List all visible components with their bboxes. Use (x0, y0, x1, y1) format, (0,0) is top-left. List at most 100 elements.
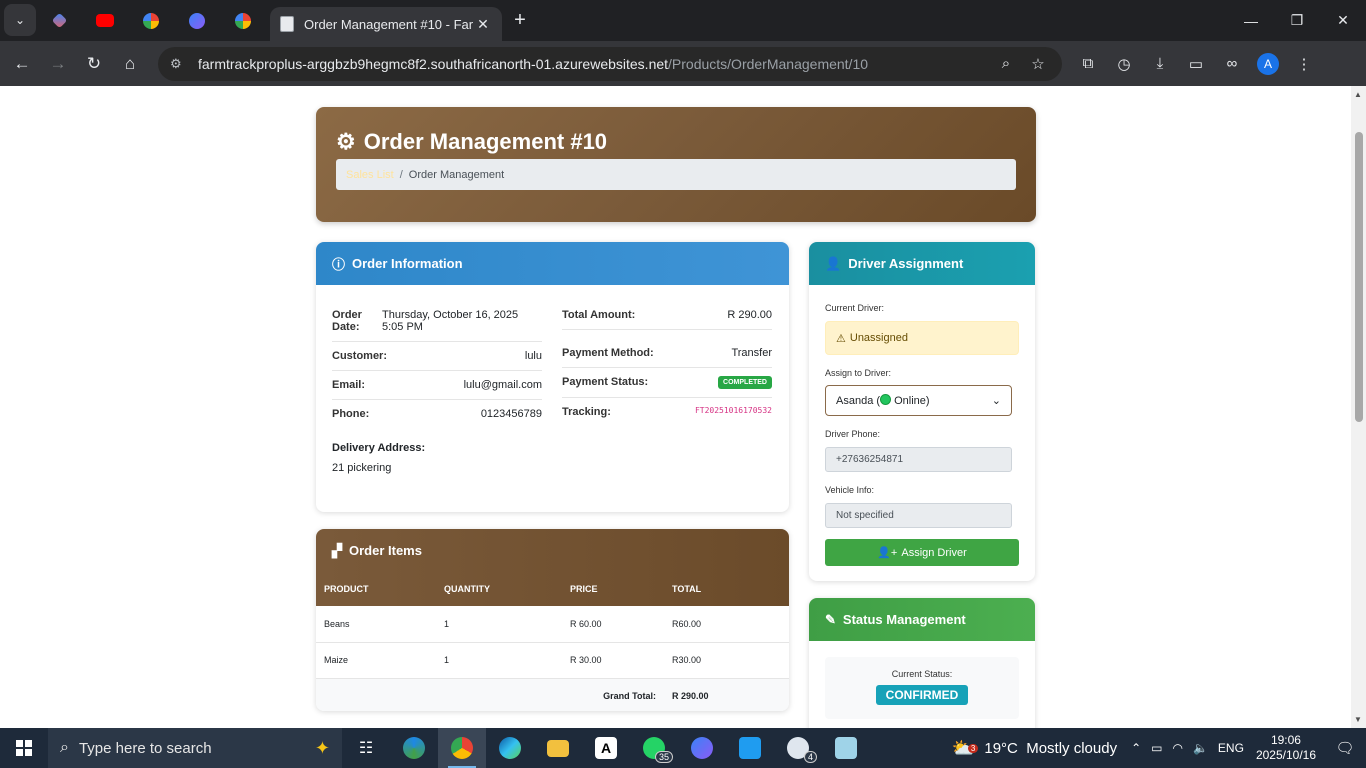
extensions-icon[interactable]: ⧉ (1070, 46, 1106, 82)
reading-mode-icon[interactable]: ▭ (1178, 46, 1214, 82)
payment-status-label: Payment Status: (562, 376, 649, 388)
minimize-icon[interactable]: — (1228, 0, 1274, 41)
back-icon[interactable]: ← (4, 46, 40, 82)
vehicle-info-field[interactable]: Not specified (825, 503, 1012, 528)
page-favicon-icon (280, 16, 294, 32)
task-view-button[interactable]: ☷ (342, 728, 390, 768)
table-row: Beans 1 R 60.00 R60.00 (316, 606, 789, 643)
driver-select-name: Asanda ( (836, 395, 881, 407)
active-tab-title: Order Management #10 - Farm (304, 16, 474, 32)
taskbar-file-explorer[interactable] (534, 728, 582, 768)
pinned-tab-youtube[interactable] (82, 0, 128, 41)
chevron-up-icon[interactable]: ⌃ (1131, 741, 1141, 755)
assign-driver-button-label: Assign Driver (901, 546, 967, 559)
close-window-icon[interactable]: ✕ (1320, 0, 1366, 41)
vscode-icon (739, 737, 761, 759)
assign-driver-button[interactable]: 👤+ Assign Driver (825, 539, 1019, 566)
chevron-down-icon: ⌄ (14, 13, 26, 27)
wifi-icon[interactable]: ◠ (1172, 741, 1182, 755)
share-link-icon[interactable]: ∞ (1214, 46, 1250, 82)
notepad-icon (835, 737, 857, 759)
copilot-icon (691, 737, 713, 759)
warning-icon: ⚠ (836, 332, 846, 345)
url-path: /Products/OrderManagement/10 (668, 55, 869, 72)
taskbar-copilot[interactable] (678, 728, 726, 768)
menu-kebab-icon[interactable]: ⋮ (1286, 46, 1322, 82)
grand-total-value: R 290.00 (664, 678, 789, 711)
driver-assignment-card: 👤 Driver Assignment Current Driver: ⚠ Un… (809, 242, 1035, 581)
tracking-code: FT20251016170532 (694, 406, 772, 415)
payment-status-badge: COMPLETED (718, 376, 772, 389)
gemini-icon (51, 12, 67, 29)
scroll-up-icon[interactable]: ▲ (1354, 90, 1362, 99)
delivery-address-value: 21 pickering (332, 462, 392, 474)
url-text[interactable]: farmtrackproplus-arggbzb9hegmc8f2.southa… (198, 56, 990, 72)
address-bar[interactable]: ⚙ farmtrackproplus-arggbzb9hegmc8f2.sout… (158, 46, 1062, 81)
active-tab[interactable]: Order Management #10 - Farm ✕ (270, 7, 502, 41)
windows-logo-icon (16, 740, 32, 756)
taskbar-edge[interactable] (486, 728, 534, 768)
taskbar-whatsapp[interactable]: 35 (630, 728, 678, 768)
profile-avatar[interactable]: A (1257, 52, 1279, 75)
forward-icon[interactable]: → (40, 46, 76, 82)
pinned-tab-google[interactable] (128, 0, 174, 41)
order-items-title: Order Items (349, 543, 422, 558)
page-scrollbar[interactable]: ▲ ▼ (1351, 86, 1366, 728)
bookmark-star-icon[interactable]: ☆ (1022, 55, 1054, 73)
email-value: lulu@gmail.com (463, 379, 542, 391)
browser-toolbar: ← → ↻ ⌂ ⚙ farmtrackproplus-arggbzb9hegmc… (0, 41, 1366, 86)
taskbar-clock[interactable]: 19:06 2025/10/16 (1256, 733, 1316, 763)
download-icon[interactable]: ⤓ (1142, 46, 1178, 82)
taskbar-chrome[interactable] (438, 728, 486, 768)
order-date-label: Order Date: (332, 309, 362, 333)
gear-icon: ⚙ (336, 129, 356, 154)
start-button[interactable] (0, 728, 48, 768)
driver-phone-field[interactable]: +27636254871 (825, 447, 1012, 472)
taskbar-mail[interactable]: 4 (774, 728, 822, 768)
item-product: Maize (316, 642, 436, 679)
pinned-tab-gemini[interactable] (36, 0, 82, 41)
taskbar-vscode[interactable] (726, 728, 774, 768)
volume-icon[interactable]: 🔈 (1193, 741, 1208, 755)
history-icon[interactable]: ◷ (1106, 46, 1142, 82)
reload-icon[interactable]: ↻ (76, 46, 112, 82)
taskbar-search[interactable]: ⌕ Type here to search ✦ (48, 728, 342, 768)
status-management-header: ✎ Status Management (809, 598, 1035, 641)
boxes-icon: ▞ (332, 542, 342, 558)
close-tab-icon[interactable]: ✕ (474, 16, 492, 33)
tracking-label: Tracking: (562, 406, 611, 418)
page-viewport: ⚙ Order Management #10 Sales List / Orde… (0, 86, 1351, 728)
tab-search-button[interactable]: ⌄ (4, 4, 36, 36)
scroll-down-icon[interactable]: ▼ (1354, 715, 1362, 724)
restore-icon[interactable]: ❐ (1274, 0, 1320, 41)
battery-icon[interactable]: ▭ (1151, 741, 1162, 755)
taskbar-app-a[interactable]: A (582, 728, 630, 768)
language-indicator[interactable]: ENG (1218, 741, 1244, 755)
home-icon[interactable]: ⌂ (112, 46, 148, 82)
order-date-row: Order Date: Thursday, October 16, 2025 5… (332, 301, 542, 342)
total-amount-row: Total Amount: R 290.00 (562, 301, 772, 330)
item-product: Beans (316, 606, 436, 643)
driver-select[interactable]: Asanda ( Online) ⌄ (825, 385, 1012, 416)
weather-widget[interactable]: ⛅ 3 19°C Mostly cloudy (951, 738, 1117, 759)
column-header-total: TOTAL (672, 584, 702, 594)
zoom-icon[interactable]: ⌕ (990, 55, 1022, 72)
pinned-tab-google-2[interactable] (220, 0, 266, 41)
site-info-icon[interactable]: ⚙ (170, 56, 188, 72)
column-header-price: PRICE (570, 584, 598, 594)
notification-center-icon[interactable]: 🗨 (1330, 739, 1360, 757)
chrome-icon (451, 737, 473, 759)
current-status-box: Current Status: CONFIRMED (825, 657, 1019, 719)
pinned-tab-copilot[interactable] (174, 0, 220, 41)
breadcrumb-link-sales-list[interactable]: Sales List (346, 169, 394, 181)
assign-driver-label: Assign to Driver: (825, 368, 892, 378)
taskbar-edge-dev[interactable] (390, 728, 438, 768)
system-tray: ⛅ 3 19°C Mostly cloudy ⌃ ▭ ◠ 🔈 ENG 19:06… (951, 728, 1366, 768)
scrollbar-thumb[interactable] (1355, 132, 1363, 422)
new-tab-button[interactable]: + (502, 0, 538, 41)
column-header-quantity: QUANTITY (444, 584, 490, 594)
order-information-title: Order Information (352, 256, 463, 271)
table-header-row: PRODUCT QUANTITY PRICE TOTAL (316, 572, 789, 606)
driver-select-value: Asanda ( Online) (836, 394, 930, 407)
taskbar-notepad[interactable] (822, 728, 870, 768)
